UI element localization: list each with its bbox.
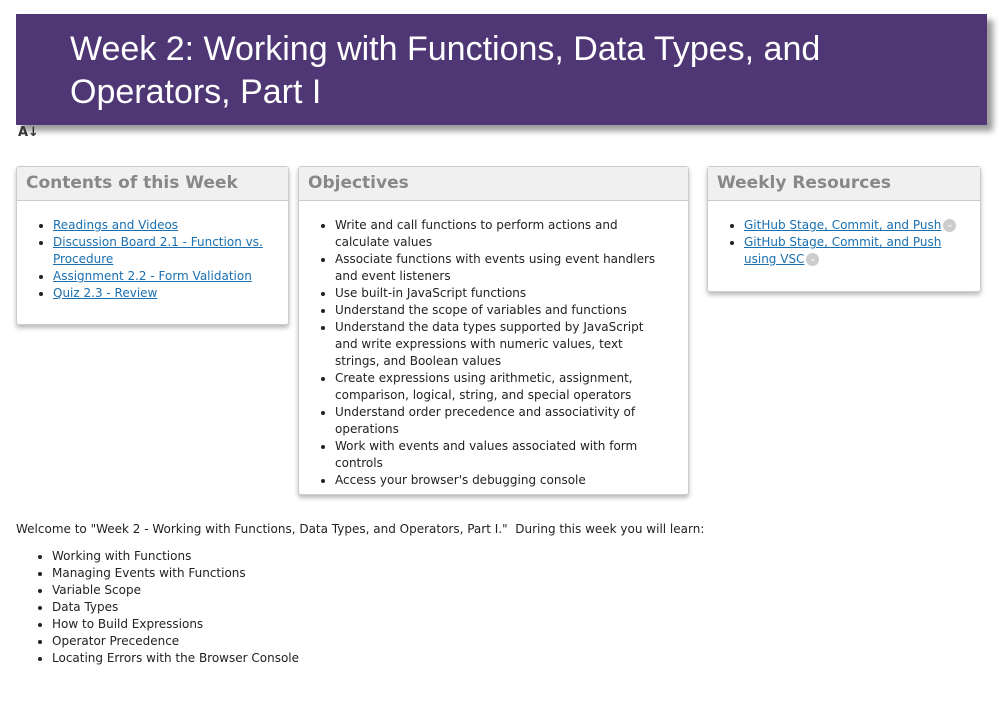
link-github-push-vsc[interactable]: GitHub Stage, Commit, and Push using VSC (744, 235, 941, 266)
link-readings[interactable]: Readings and Videos (53, 218, 178, 232)
objective: Associate functions with events using ev… (335, 251, 668, 285)
objective: Write and call functions to perform acti… (335, 217, 668, 251)
objective: Understand the scope of variables and fu… (335, 302, 668, 319)
objective: Access your browser's debugging console (335, 472, 668, 489)
week-banner: Week 2: Working with Functions, Data Typ… (16, 14, 987, 125)
objective: Understand order precedence and associat… (335, 404, 668, 438)
link-discussion[interactable]: Discussion Board 2.1 - Function vs. Proc… (53, 235, 263, 266)
chevron-down-icon[interactable]: ⌄ (806, 253, 820, 266)
topic: Working with Functions (52, 548, 704, 565)
topic: Locating Errors with the Browser Console (52, 650, 704, 667)
resources-card: Weekly Resources GitHub Stage, Commit, a… (707, 166, 981, 292)
contents-heading: Contents of this Week (17, 167, 288, 201)
objective: Use built-in JavaScript functions (335, 285, 668, 302)
link-assignment[interactable]: Assignment 2.2 - Form Validation (53, 269, 252, 283)
topic: Data Types (52, 599, 704, 616)
sort-icon[interactable]: A↓ (18, 125, 39, 140)
link-github-push[interactable]: GitHub Stage, Commit, and Push (744, 218, 941, 232)
objectives-card: Objectives Write and call functions to p… (298, 166, 689, 495)
topic: Managing Events with Functions (52, 565, 704, 582)
page-title: Week 2: Working with Functions, Data Typ… (70, 30, 821, 111)
objective: Work with events and values associated w… (335, 438, 668, 472)
link-quiz[interactable]: Quiz 2.3 - Review (53, 286, 157, 300)
contents-card: Contents of this Week Readings and Video… (16, 166, 289, 325)
topic: Operator Precedence (52, 633, 704, 650)
objective: Understand the data types supported by J… (335, 319, 668, 370)
objectives-heading: Objectives (299, 167, 688, 201)
resources-heading: Weekly Resources (708, 167, 980, 201)
topic: Variable Scope (52, 582, 704, 599)
chevron-down-icon[interactable]: ⌄ (943, 219, 957, 232)
intro-text: Welcome to "Week 2 - Working with Functi… (16, 522, 705, 536)
objective: Create expressions using arithmetic, ass… (335, 370, 668, 404)
intro-section: Welcome to "Week 2 - Working with Functi… (16, 522, 704, 667)
topic: How to Build Expressions (52, 616, 704, 633)
